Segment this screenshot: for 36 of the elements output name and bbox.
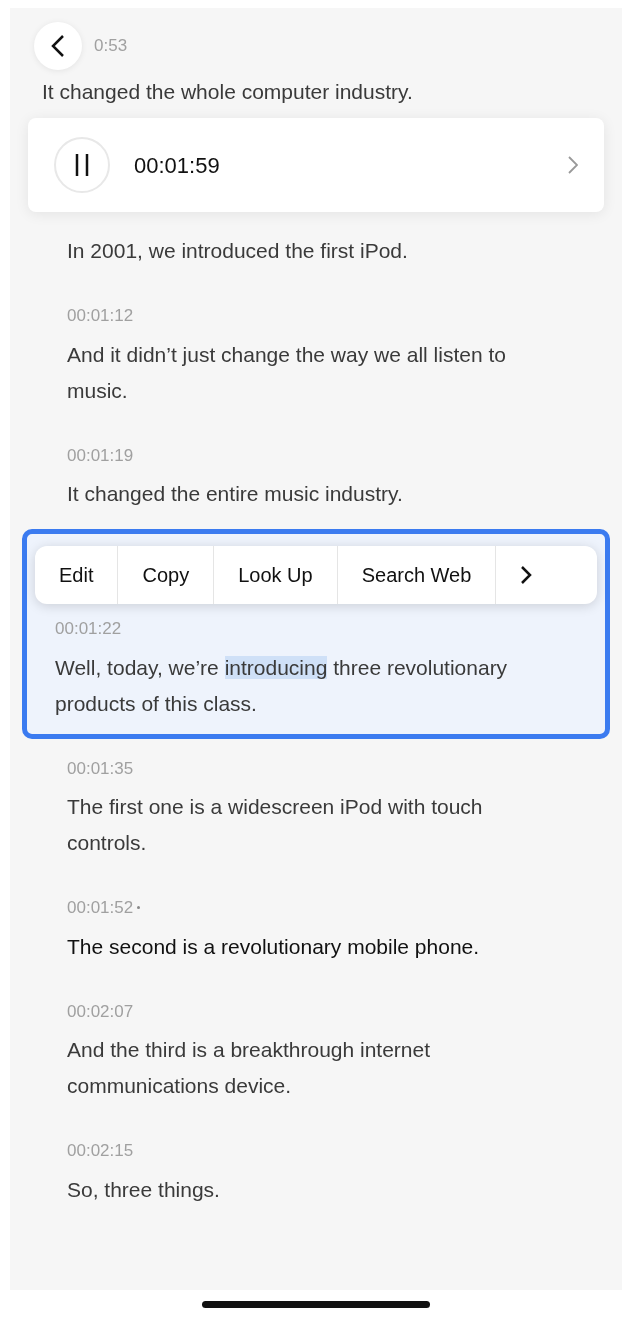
timestamp: 00:01:19 — [67, 444, 134, 467]
timestamp: 0:53 — [94, 35, 128, 58]
back-button[interactable] — [34, 22, 82, 70]
timestamp: 00:02:15 — [67, 1140, 134, 1162]
selected-segment[interactable]: Edit Copy Look Up Search Web 00:01:22 Well, today, we’re introducing three revolutionary products of this class. — [22, 529, 610, 739]
transcript-text: So, three things. — [67, 1176, 221, 1203]
transcript-text: In 2001, we introduced the first iPod. — [67, 238, 409, 264]
transcript-segment[interactable]: 00:01:19 It changed the entire music industry. — [22, 425, 610, 529]
timestamp: 00:02:07 — [67, 1000, 134, 1023]
menu-item[interactable]: Search Web — [337, 546, 497, 604]
playback-time: 00:01:59 — [134, 151, 221, 180]
transcript-text: And it didn’t just change the way we all listen to music. — [67, 341, 507, 404]
timestamp: 00:01:35 — [67, 757, 134, 780]
transcript-segment[interactable]: 00:02:07 And the third is a breakthrough internet communications device. — [22, 981, 610, 1121]
transcript-segment[interactable]: 00:01:35 The first one is a widescreen iPod with touch controls. — [22, 738, 610, 878]
menu-item[interactable]: Edit — [35, 546, 119, 604]
transcript-text: Well, today, we’re introducing three revolutionary products of this class. — [55, 654, 509, 717]
transcript-segment[interactable]: 00:01:12 And it didn’t just change the way we all listen to music. — [22, 286, 610, 426]
timestamp: 00:01:12 — [67, 305, 134, 327]
transcript-text: The first one is a widescreen iPod with touch controls. — [67, 794, 484, 856]
pause-icon — [74, 154, 90, 176]
transcript-text: The second is a revolutionary mobile phone. — [67, 933, 481, 960]
transcript-segment[interactable]: In 2001, we introduced the first iPod. — [22, 216, 610, 286]
menu-item[interactable]: Copy — [118, 546, 215, 604]
timestamp: 00:01:22 — [55, 618, 122, 640]
chevron-right-icon — [520, 565, 533, 585]
chevron-right-icon — [568, 156, 578, 174]
transcript-text: It changed the whole computer industry. — [41, 79, 414, 105]
pause-button[interactable] — [54, 137, 110, 193]
back-icon — [51, 34, 65, 58]
transcript-text: It changed the entire music industry. — [67, 481, 404, 507]
transcript-text: And the third is a breakthrough internet communications device. — [67, 1037, 432, 1099]
transcript-segment[interactable]: 00:02:15 So, three things. — [22, 1121, 610, 1225]
menu-item[interactable]: Look Up — [214, 546, 338, 604]
transcript-segment[interactable]: 00:01:52 The second is a revolutionary mobile phone. — [22, 878, 610, 982]
timestamp: 00:01:52 — [67, 897, 134, 919]
